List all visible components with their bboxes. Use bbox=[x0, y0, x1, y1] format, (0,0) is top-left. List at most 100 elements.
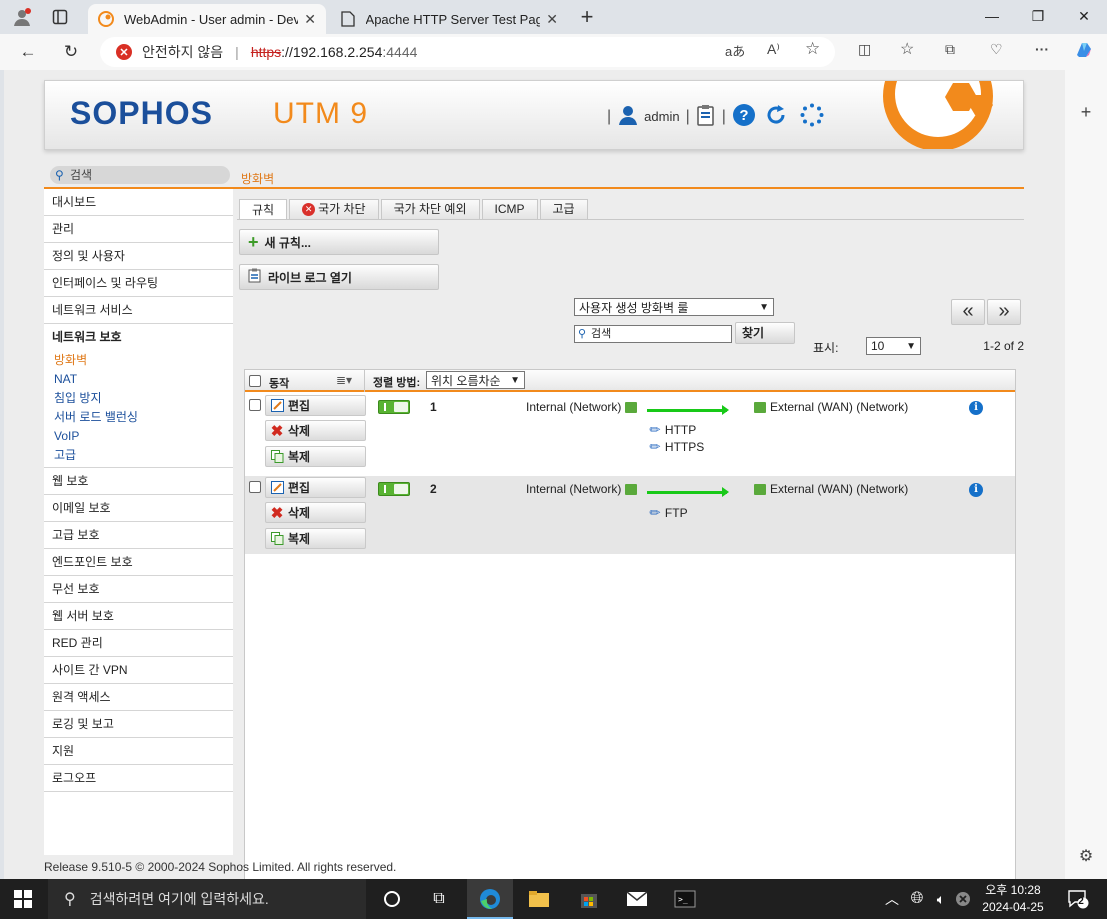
tab-icmp[interactable]: ICMP bbox=[481, 199, 538, 219]
sidebar-sub-voip[interactable]: VoIP bbox=[44, 427, 233, 446]
sidebar-sub-server-load-balancing[interactable]: 서버 로드 밸런싱 bbox=[44, 408, 233, 427]
rule-destination[interactable]: External (WAN) (Network) bbox=[750, 482, 908, 496]
add-sidebar-app-icon[interactable]: + bbox=[1075, 102, 1097, 124]
sidebar-item-interfaces-routing[interactable]: 인터페이스 및 라우팅 bbox=[44, 270, 233, 297]
profile-icon[interactable] bbox=[11, 6, 33, 28]
new-rule-button[interactable]: + 새 규칙... bbox=[239, 229, 439, 255]
reload-icon[interactable] bbox=[764, 103, 788, 130]
sidebar-item-endpoint-protection[interactable]: 엔드포인트 보호 bbox=[44, 549, 233, 576]
restore-icon[interactable]: ❐ bbox=[1015, 5, 1061, 27]
select-all-checkbox[interactable] bbox=[249, 375, 261, 387]
refresh-icon[interactable]: ↻ bbox=[58, 40, 84, 64]
delete-button[interactable]: ✖ 삭제 bbox=[265, 420, 366, 441]
browser-essentials-icon[interactable]: ♡ bbox=[990, 41, 1003, 58]
mail-icon[interactable] bbox=[622, 885, 652, 913]
tab-country-blocking-exceptions[interactable]: 국가 차단 예외 bbox=[380, 199, 480, 219]
rule-destination[interactable]: External (WAN) (Network) bbox=[750, 400, 908, 414]
cortana-icon[interactable] bbox=[377, 885, 407, 913]
tab-actions-icon[interactable] bbox=[49, 6, 71, 28]
clone-button[interactable]: 복제 bbox=[265, 528, 366, 549]
sidebar-item-logging-reporting[interactable]: 로깅 및 보고 bbox=[44, 711, 233, 738]
tab-advanced[interactable]: 고급 bbox=[539, 199, 588, 219]
minimize-icon[interactable]: — bbox=[969, 5, 1015, 27]
help-icon[interactable]: ? bbox=[732, 103, 756, 130]
read-aloud-icon[interactable]: A⁾ bbox=[767, 41, 780, 58]
find-button[interactable]: 찾기 bbox=[735, 322, 795, 344]
filter-search-input[interactable]: ⚲ 검색 bbox=[574, 325, 732, 343]
page-size-select[interactable]: 10 ▼ bbox=[866, 337, 921, 355]
rule-service[interactable]: ✎ FTP bbox=[646, 503, 688, 521]
row-checkbox[interactable] bbox=[249, 481, 261, 493]
browser-tab-webadmin[interactable]: WebAdmin - User admin - Device ✕ bbox=[88, 4, 326, 34]
more-menu-icon[interactable]: ··· bbox=[1035, 41, 1049, 57]
prev-page-button[interactable]: « bbox=[951, 299, 985, 325]
sort-select[interactable]: 위치 오름차순 ▼ bbox=[426, 371, 525, 389]
rule-source[interactable]: Internal (Network) bbox=[526, 482, 641, 496]
edit-button[interactable]: 편집 bbox=[265, 395, 366, 416]
favorite-star-icon[interactable]: ☆ bbox=[805, 39, 820, 59]
translate-icon[interactable]: aあ bbox=[725, 41, 745, 60]
sidebar-item-dashboard[interactable]: 대시보드 bbox=[44, 189, 233, 216]
sidebar-item-wireless-protection[interactable]: 무선 보호 bbox=[44, 576, 233, 603]
collections-icon[interactable]: ⧉ bbox=[945, 41, 955, 58]
clipboard-icon[interactable] bbox=[696, 104, 716, 129]
sidebar-sub-intrusion-prevention[interactable]: 침입 방지 bbox=[44, 389, 233, 408]
sidebar-item-webserver-protection[interactable]: 웹 서버 보호 bbox=[44, 603, 233, 630]
close-tab-icon[interactable]: ✕ bbox=[546, 11, 558, 28]
sidebar-sub-firewall[interactable]: 방화벽 bbox=[44, 351, 233, 370]
sidebar-item-definitions-users[interactable]: 정의 및 사용자 bbox=[44, 243, 233, 270]
user-name[interactable]: admin bbox=[644, 109, 679, 124]
edge-browser-icon[interactable] bbox=[475, 885, 505, 913]
menu-search-input[interactable]: ⚲ 검색 bbox=[50, 166, 230, 184]
tab-rules[interactable]: 규칙 bbox=[239, 199, 288, 220]
edit-button[interactable]: 편집 bbox=[265, 477, 366, 498]
tab-country-blocking[interactable]: ✕ 국가 차단 bbox=[289, 199, 379, 219]
info-icon[interactable]: i bbox=[969, 483, 983, 497]
sidebar-item-site-to-site-vpn[interactable]: 사이트 간 VPN bbox=[44, 657, 233, 684]
sidebar-item-red-management[interactable]: RED 관리 bbox=[44, 630, 233, 657]
store-icon[interactable] bbox=[574, 885, 604, 913]
next-page-button[interactable]: » bbox=[987, 299, 1021, 325]
sidebar-item-network-services[interactable]: 네트워크 서비스 bbox=[44, 297, 233, 324]
delete-button[interactable]: ✖ 삭제 bbox=[265, 502, 366, 523]
taskbar-search-box[interactable]: ⚲ 검색하려면 여기에 입력하세요. bbox=[48, 879, 366, 919]
rule-service[interactable]: ✎ HTTP bbox=[646, 420, 696, 438]
rule-status-toggle[interactable] bbox=[378, 400, 410, 414]
sidebar-settings-gear-icon[interactable]: ⚙ bbox=[1075, 846, 1097, 868]
rule-service[interactable]: ✎ HTTPS bbox=[646, 437, 704, 455]
sidebar-item-remote-access[interactable]: 원격 액세스 bbox=[44, 684, 233, 711]
close-tab-icon[interactable]: ✕ bbox=[304, 11, 316, 28]
task-view-icon[interactable]: ⧉ bbox=[424, 885, 454, 913]
rule-filter-select[interactable]: 사용자 생성 방화벽 룰 ▼ bbox=[574, 298, 774, 316]
sidebar-item-support[interactable]: 지원 bbox=[44, 738, 233, 765]
split-screen-icon[interactable]: ◫ bbox=[858, 41, 871, 58]
sidebar-item-network-protection[interactable]: 네트워크 보호 bbox=[44, 324, 233, 351]
rule-source[interactable]: Internal (Network) bbox=[526, 400, 641, 414]
close-window-icon[interactable]: ✕ bbox=[1061, 5, 1107, 27]
info-icon[interactable]: i bbox=[969, 401, 983, 415]
copilot-icon[interactable] bbox=[1073, 39, 1095, 64]
taskbar-clock[interactable]: 오후 10:28 2024-04-25 bbox=[978, 882, 1048, 916]
sidebar-item-advanced-protection[interactable]: 고급 보호 bbox=[44, 522, 233, 549]
sidebar-sub-nat[interactable]: NAT bbox=[44, 370, 233, 389]
notification-center-icon[interactable]: 2 bbox=[1063, 885, 1093, 913]
row-checkbox[interactable] bbox=[249, 399, 261, 411]
user-icon[interactable] bbox=[617, 104, 639, 129]
clone-button[interactable]: 복제 bbox=[265, 446, 366, 467]
sidebar-item-web-protection[interactable]: 웹 보호 bbox=[44, 468, 233, 495]
sidebar-item-logoff[interactable]: 로그오프 bbox=[44, 765, 233, 792]
windows-start-icon[interactable] bbox=[14, 890, 32, 908]
rule-status-toggle[interactable] bbox=[378, 482, 410, 496]
new-tab-icon[interactable]: + bbox=[576, 4, 598, 29]
sidebar-sub-advanced[interactable]: 고급 bbox=[44, 446, 233, 465]
file-explorer-icon[interactable] bbox=[524, 885, 554, 913]
open-live-log-button[interactable]: 라이브 로그 열기 bbox=[239, 264, 439, 290]
sidebar-item-email-protection[interactable]: 이메일 보호 bbox=[44, 495, 233, 522]
column-menu-icon[interactable]: ≣▾ bbox=[336, 373, 352, 387]
no-connection-icon[interactable] bbox=[948, 885, 978, 913]
terminal-icon[interactable]: >_ bbox=[670, 885, 700, 913]
favorites-icon[interactable]: ☆ bbox=[900, 39, 914, 59]
back-icon[interactable]: ← bbox=[15, 40, 41, 64]
sidebar-item-management[interactable]: 관리 bbox=[44, 216, 233, 243]
browser-tab-apache[interactable]: Apache HTTP Server Test Page po ✕ bbox=[330, 4, 568, 34]
